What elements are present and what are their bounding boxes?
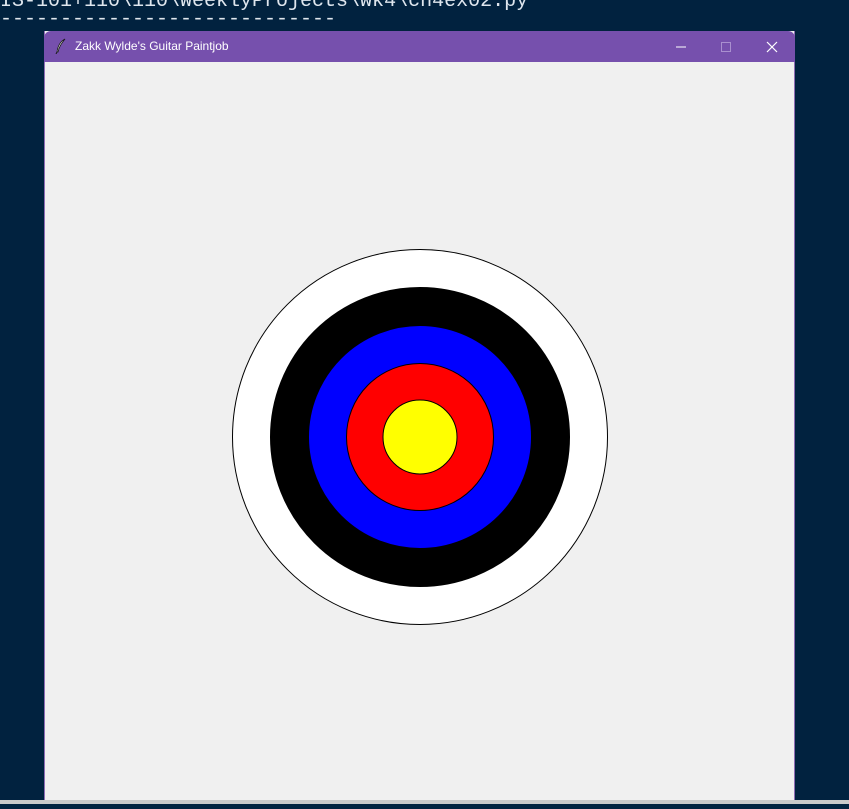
- title-bar[interactable]: Zakk Wylde's Guitar Paintjob: [44, 31, 795, 62]
- minimize-button[interactable]: [658, 31, 704, 62]
- minimize-icon: [676, 46, 686, 48]
- yellow-bullseye: [382, 399, 458, 475]
- maximize-button[interactable]: [703, 31, 749, 62]
- terminal-separator-line: ----------------------------: [0, 8, 337, 31]
- feather-icon: [55, 38, 67, 55]
- taskbar-edge: [0, 800, 849, 804]
- drawing-canvas[interactable]: [45, 62, 794, 804]
- window-title: Zakk Wylde's Guitar Paintjob: [75, 39, 229, 53]
- maximize-icon: [721, 42, 731, 52]
- close-icon: [766, 41, 778, 53]
- target-drawing: [232, 249, 608, 625]
- app-window: Zakk Wylde's Guitar Paintjob: [44, 31, 795, 804]
- close-button[interactable]: [749, 31, 795, 62]
